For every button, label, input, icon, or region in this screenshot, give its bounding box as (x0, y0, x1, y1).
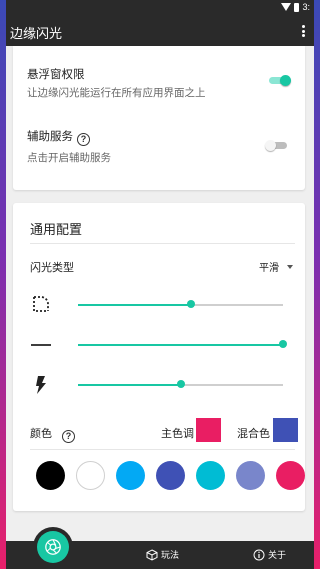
nav-play[interactable]: 玩法 (146, 548, 179, 561)
palette-color-swatch[interactable] (36, 461, 65, 490)
palette-color-swatch[interactable] (76, 461, 105, 490)
line-width-slider[interactable] (78, 340, 287, 350)
color-row-label: 颜色? (30, 425, 75, 443)
palette-color-swatch[interactable] (196, 461, 225, 490)
main-color-label: 主色调 (161, 428, 194, 440)
slider-knob[interactable] (279, 340, 287, 348)
accessibility-toggle[interactable] (265, 140, 287, 151)
help-icon[interactable]: ? (62, 430, 75, 443)
palette-color-swatch[interactable] (276, 461, 305, 490)
chevron-down-icon (287, 264, 293, 269)
accessibility-subtitle: 点击开启辅助服务 (27, 152, 111, 164)
slider-knob[interactable] (176, 380, 185, 388)
general-config-card: 通用配置 闪光类型 平滑 颜色? 主色调 混合色 (13, 203, 305, 511)
slider-fill (78, 344, 283, 346)
signal-icon (281, 3, 292, 11)
overlay-permission-title: 悬浮窗权限 (27, 69, 85, 81)
palette-color-swatch[interactable] (236, 461, 265, 490)
battery-icon (294, 2, 300, 12)
app-title: 边缘闪光 (10, 26, 63, 41)
general-config-title: 通用配置 (30, 222, 83, 237)
slider-knob[interactable] (186, 300, 195, 308)
help-icon[interactable]: ? (77, 133, 90, 146)
permissions-card: 悬浮窗权限 让边缘闪光能运行在所有应用界面之上 辅助服务? 点击开启辅助服务 (13, 46, 305, 190)
nav-play-label: 玩法 (161, 550, 180, 560)
app-screen: 3: 边缘闪光 悬浮窗权限 让边缘闪光能运行在所有应用界面之上 辅助服务? 点击… (6, 0, 314, 569)
accessibility-title: 辅助服务 (27, 131, 73, 143)
info-icon (253, 549, 265, 560)
app-bar: 边缘闪光 (6, 14, 314, 46)
line-width-icon (31, 344, 51, 346)
flash-speed-icon (36, 376, 46, 394)
slider-fill (78, 384, 181, 386)
corner-radius-icon (33, 296, 49, 312)
color-label: 颜色 (30, 428, 52, 440)
flash-type-value: 平滑 (259, 263, 279, 274)
palette-color-swatch[interactable] (116, 461, 145, 490)
palette-color-swatch[interactable] (156, 461, 185, 490)
divider (30, 243, 295, 244)
accessibility-row[interactable]: 辅助服务? (27, 128, 90, 146)
flash-type-label: 闪光类型 (30, 262, 74, 274)
overlay-permission-subtitle: 让边缘闪光能运行在所有应用界面之上 (27, 87, 206, 99)
status-time: 3: (302, 2, 310, 12)
main-color-swatch[interactable] (196, 418, 221, 442)
slider-fill (78, 304, 191, 306)
corner-radius-slider[interactable] (78, 300, 283, 310)
flash-speed-slider[interactable] (78, 380, 283, 390)
divider (30, 449, 295, 450)
mix-color-label: 混合色 (237, 428, 270, 440)
overlay-permission-toggle[interactable] (269, 75, 291, 86)
flash-type-dropdown[interactable]: 平滑 (259, 259, 293, 274)
mix-color-swatch[interactable] (273, 418, 298, 442)
cube-icon (146, 548, 158, 561)
nav-about-label: 关于 (268, 550, 287, 560)
color-palette (13, 461, 305, 491)
nav-about[interactable]: 关于 (253, 548, 286, 561)
status-bar: 3: (6, 0, 314, 14)
settings-aperture-icon[interactable] (37, 531, 69, 563)
more-vert-icon[interactable] (298, 23, 308, 39)
